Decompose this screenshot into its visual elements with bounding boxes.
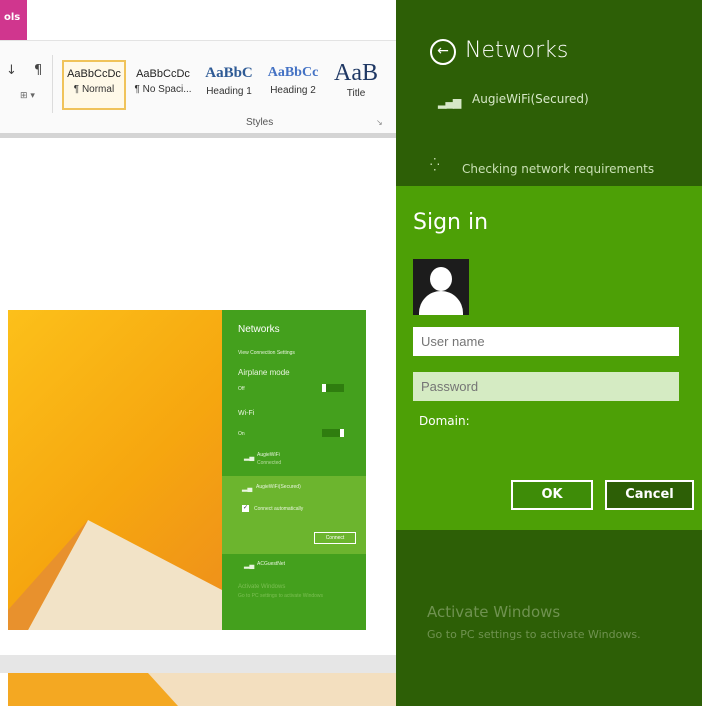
- avatar-head: [430, 267, 452, 291]
- password-field[interactable]: [413, 372, 679, 401]
- checking-status: Checking network requirements: [462, 162, 655, 176]
- signal-strength-icon: ▂▄▆: [438, 96, 461, 109]
- pilcrow-icon[interactable]: ¶: [34, 63, 42, 78]
- airplane-toggle[interactable]: [322, 384, 344, 392]
- wallpaper-strip: [8, 673, 396, 706]
- style-normal[interactable]: AaBbCcDc ¶ Normal: [62, 60, 126, 110]
- styles-group-label: Styles: [246, 117, 274, 128]
- style-heading-2[interactable]: AaBbCc Heading 2: [264, 60, 322, 110]
- wallpaper: [8, 310, 222, 630]
- airplane-state: Off: [238, 386, 245, 392]
- network-status: Connected: [257, 460, 282, 466]
- activate-sub: Go to PC settings to activate Windows: [238, 593, 324, 599]
- styles-launcher-icon[interactable]: ↘: [376, 118, 383, 127]
- connect-auto-label: Connect automatically: [254, 506, 304, 512]
- word-window: ols ↓ ¶ ⊞ ▾ AaBbCcDc ¶ Normal AaBbCcDc ¶…: [0, 0, 396, 706]
- signal-icon: ▂▄: [242, 485, 253, 492]
- toggle-knob: [340, 429, 344, 437]
- network-name[interactable]: ACGuestNet: [257, 561, 285, 567]
- style-label: Title: [346, 88, 366, 99]
- network-name: AugieWiFi(Secured): [472, 92, 589, 106]
- embedded-screenshot: Networks View Connection Settings Airpla…: [8, 310, 366, 630]
- domain-label: Domain:: [419, 414, 470, 428]
- wifi-label: Wi-Fi: [238, 410, 255, 417]
- ok-button[interactable]: OK: [511, 480, 593, 510]
- style-sample: AaBbCcDc: [136, 68, 190, 80]
- flyout-title: Networks: [238, 324, 280, 335]
- wifi-state: On: [238, 431, 245, 437]
- style-label: Heading 1: [206, 86, 252, 97]
- network-name[interactable]: AugieWiFi: [257, 452, 280, 458]
- style-heading-1[interactable]: AaBbC Heading 1: [198, 60, 260, 110]
- style-label: ¶ No Spaci...: [134, 84, 192, 95]
- style-sample: AaB: [334, 60, 378, 86]
- connect-button[interactable]: Connect: [314, 532, 356, 544]
- signal-icon: ▂▄: [244, 562, 255, 569]
- network-name: AugieWiFi(Secured): [256, 484, 301, 490]
- style-no-spacing[interactable]: AaBbCcDc ¶ No Spaci...: [130, 60, 196, 110]
- back-arrow-icon[interactable]: ←: [430, 39, 456, 65]
- progress-spinner-icon: ⁛: [430, 158, 440, 172]
- style-label: ¶ Normal: [73, 84, 115, 95]
- signal-icon: ▂▄: [244, 454, 255, 461]
- ribbon-divider: [52, 55, 53, 113]
- ribbon-border: [0, 133, 396, 138]
- style-sample: AaBbC: [205, 65, 253, 81]
- activate-title: Activate Windows: [238, 584, 286, 590]
- sort-icon[interactable]: ↓: [6, 63, 17, 78]
- connect-auto-checkbox[interactable]: ✓: [242, 505, 249, 512]
- user-avatar-icon: [413, 259, 469, 315]
- sign-in-title: Sign in: [413, 210, 489, 235]
- sign-in-panel: Sign in Domain: OK Cancel: [396, 186, 702, 530]
- cancel-button[interactable]: Cancel: [605, 480, 694, 510]
- style-label: Heading 2: [270, 85, 316, 96]
- wallpaper-shape: [8, 520, 222, 630]
- activate-windows-subtitle: Go to PC settings to activate Windows.: [427, 628, 641, 641]
- style-title[interactable]: AaB Title: [326, 60, 386, 110]
- view-settings-link[interactable]: View Connection Settings: [238, 350, 295, 356]
- charm-title: Networks: [465, 38, 569, 63]
- toggle-knob: [322, 384, 326, 392]
- activate-windows-title: Activate Windows: [427, 603, 561, 621]
- networks-flyout: Networks View Connection Settings Airpla…: [222, 310, 366, 630]
- window-divider: [0, 655, 396, 673]
- airplane-label: Airplane mode: [238, 368, 290, 377]
- avatar-body: [419, 291, 463, 315]
- borders-icon[interactable]: ⊞ ▾: [20, 91, 35, 101]
- tools-tab[interactable]: ols: [0, 0, 27, 40]
- style-sample: AaBbCcDc: [67, 68, 121, 80]
- wifi-toggle[interactable]: [322, 429, 344, 437]
- networks-charm: ← Networks ▂▄▆ AugieWiFi(Secured) ⁛ Chec…: [396, 0, 702, 706]
- style-sample: AaBbCc: [267, 65, 319, 80]
- username-field[interactable]: [413, 327, 679, 356]
